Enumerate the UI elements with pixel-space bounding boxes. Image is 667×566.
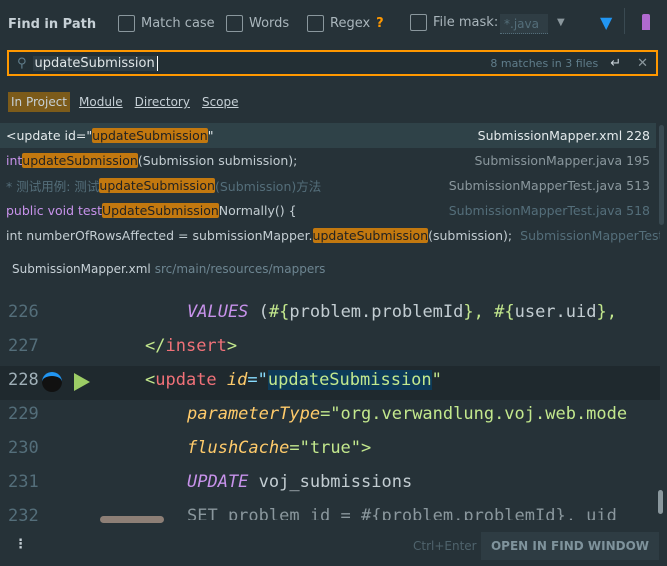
code-token: }, bbox=[463, 302, 495, 322]
result-file: SubmissionMapperTest.java 513 bbox=[448, 178, 650, 193]
search-field[interactable]: ⚲ updateSubmission 8 matches in 3 files … bbox=[7, 50, 658, 76]
line-number: 226 bbox=[8, 302, 39, 322]
more-options-icon[interactable]: ⋮ bbox=[14, 537, 27, 552]
shortcut-hint: Ctrl+Enter bbox=[413, 539, 477, 553]
code-token: =" bbox=[289, 438, 310, 458]
mybatis-icon[interactable] bbox=[42, 372, 62, 392]
code-token: SET problem_id = #{problem.problemId}, u… bbox=[187, 506, 617, 520]
result-text: " bbox=[207, 128, 214, 143]
code-token: id bbox=[226, 370, 248, 390]
result-text: int numberOfRowsAffected = submissionMap… bbox=[6, 228, 313, 243]
result-match: updateSubmission bbox=[22, 153, 138, 168]
preview-file: SubmissionMapper.xml bbox=[12, 262, 151, 276]
code-token: VALUES bbox=[187, 302, 249, 322]
line-number: 232 bbox=[8, 506, 39, 526]
result-row[interactable]: int updateSubmission (Submission submissi… bbox=[0, 148, 656, 173]
preview-dir: src/main/resources/mappers bbox=[154, 262, 326, 276]
dialog-title: Find in Path bbox=[8, 17, 97, 32]
file-mask-dropdown-icon[interactable]: ▼ bbox=[557, 17, 565, 28]
code-token: parameterType bbox=[187, 404, 321, 424]
code-preview[interactable]: 226 227 228 229 230 231 232 VALUES (#{pr… bbox=[0, 282, 667, 532]
tab-directory[interactable]: Directory bbox=[132, 92, 193, 112]
regex-label: Regex bbox=[330, 16, 371, 31]
result-text: <update id=" bbox=[6, 128, 93, 143]
result-text: (Submission submission); bbox=[137, 153, 298, 168]
vertical-scrollbar[interactable] bbox=[658, 490, 663, 514]
code-token: =" bbox=[247, 370, 268, 390]
preview-path: SubmissionMapper.xml src/main/resources/m… bbox=[0, 258, 667, 282]
code-token: " bbox=[431, 370, 442, 390]
pin-icon[interactable] bbox=[642, 14, 650, 30]
code-token: </ bbox=[145, 336, 166, 356]
result-text: Normally() { bbox=[218, 203, 297, 218]
tab-in-project[interactable]: In Project bbox=[8, 92, 71, 112]
result-row[interactable]: public void test UpdateSubmission Normally… bbox=[0, 198, 656, 223]
file-mask-checkbox[interactable]: File mask: bbox=[410, 14, 498, 31]
code-token: voj_submissions bbox=[248, 472, 413, 492]
result-match: updateSubmission bbox=[92, 128, 208, 143]
code-token: user.uid bbox=[514, 302, 597, 322]
result-row[interactable]: * 测试用例: 测试 updateSubmission (Submission)方法… bbox=[0, 173, 656, 198]
tab-module[interactable]: Module bbox=[76, 92, 126, 112]
code-token: org.verwandlung.voj.web.mode bbox=[340, 404, 628, 424]
result-text: int bbox=[6, 153, 23, 168]
regex-checkbox[interactable]: Regex? bbox=[307, 15, 384, 32]
result-text: * 测试用例: 测试 bbox=[6, 179, 100, 194]
search-icon: ⚲ bbox=[17, 55, 27, 71]
line-number: 230 bbox=[8, 438, 39, 458]
result-match: UpdateSubmission bbox=[102, 203, 219, 218]
file-mask-label: File mask: bbox=[433, 15, 499, 30]
result-match: updateSubmission bbox=[99, 178, 215, 193]
code-token: < bbox=[145, 370, 156, 390]
result-file: SubmissionMapper.java 195 bbox=[474, 153, 650, 168]
code-token: UPDATE bbox=[187, 472, 249, 492]
scope-tabs: In Project Module Directory Scope bbox=[8, 92, 242, 112]
run-icon[interactable] bbox=[74, 373, 90, 391]
match-case-label: Match case bbox=[141, 16, 215, 31]
filter-icon[interactable]: ▼ bbox=[600, 13, 612, 32]
divider bbox=[624, 8, 625, 34]
code-token-match: updateSubmission bbox=[267, 370, 432, 390]
result-row[interactable]: <update id=" updateSubmission " SubmissionM… bbox=[0, 123, 656, 148]
clear-icon[interactable]: ✕ bbox=[637, 56, 648, 71]
code-token: "> bbox=[350, 438, 372, 458]
code-token: }, bbox=[596, 302, 617, 322]
line-number: 228 bbox=[8, 370, 39, 390]
search-input[interactable]: updateSubmission bbox=[32, 55, 158, 71]
code-token: problem.problemId bbox=[289, 302, 464, 322]
line-number: 227 bbox=[8, 336, 39, 356]
words-label: Words bbox=[249, 16, 290, 31]
results-scrollbar[interactable] bbox=[659, 125, 664, 225]
result-text: (Submission)方法 bbox=[214, 179, 322, 194]
result-row[interactable]: int numberOfRowsAffected = submissionMap… bbox=[0, 223, 660, 248]
match-count: 8 matches in 3 files bbox=[490, 56, 599, 70]
code-token: insert bbox=[165, 336, 227, 356]
result-text: public void test bbox=[6, 203, 103, 218]
code-token: #{ bbox=[268, 302, 290, 322]
code-token: =" bbox=[320, 404, 341, 424]
result-match: updateSubmission bbox=[312, 228, 429, 243]
line-number: 231 bbox=[8, 472, 39, 492]
result-text: (submission); bbox=[428, 228, 513, 243]
enter-icon[interactable]: ↵ bbox=[610, 56, 621, 71]
horizontal-scrollbar[interactable] bbox=[100, 516, 164, 523]
open-in-find-window-button[interactable]: OPEN IN FIND WINDOW bbox=[481, 532, 659, 560]
code-token: > bbox=[226, 336, 238, 356]
result-file: SubmissionMapperTest.java 518 bbox=[448, 203, 650, 218]
code-token: ( bbox=[248, 302, 269, 322]
tab-scope[interactable]: Scope bbox=[199, 92, 242, 112]
match-case-checkbox[interactable]: Match case bbox=[118, 15, 215, 32]
words-checkbox[interactable]: Words bbox=[226, 15, 289, 32]
result-file: SubmissionMapper.xml 228 bbox=[477, 128, 650, 143]
code-token: update bbox=[155, 370, 217, 390]
file-mask-input[interactable]: *.java bbox=[500, 14, 548, 34]
result-file: SubmissionMapperTest.java 5 bbox=[520, 228, 660, 243]
code-token: flushCache bbox=[187, 438, 290, 458]
code-token: #{ bbox=[494, 302, 515, 322]
regex-help-icon[interactable]: ? bbox=[376, 16, 384, 31]
line-number: 229 bbox=[8, 404, 39, 424]
code-token: true bbox=[309, 438, 351, 458]
